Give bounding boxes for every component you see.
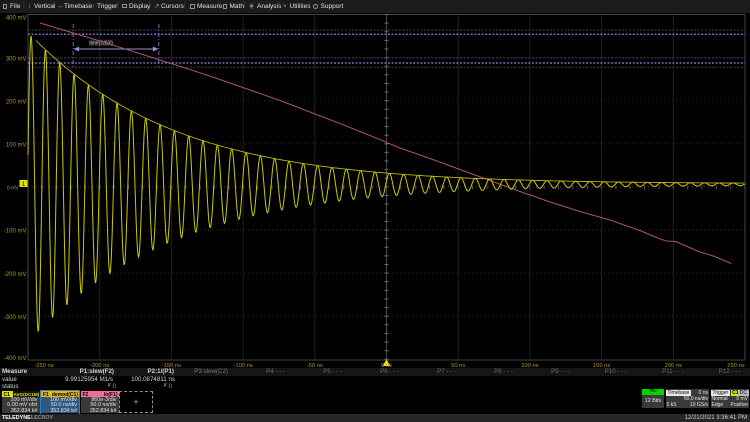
svg-text:0 mV: 0 mV [7,186,19,192]
svg-text:200 mV: 200 mV [6,99,27,105]
svg-text:300 mV: 300 mV [6,56,27,62]
svg-text:-300 mV: -300 mV [4,315,27,321]
svg-text:-400 mV: -400 mV [4,356,27,362]
svg-text:100 mV: 100 mV [6,143,27,149]
svg-text:-100 mV: -100 mV [4,229,27,235]
svg-text:-200 mV: -200 mV [4,272,27,278]
svg-text:400 mV: 400 mV [6,16,27,22]
